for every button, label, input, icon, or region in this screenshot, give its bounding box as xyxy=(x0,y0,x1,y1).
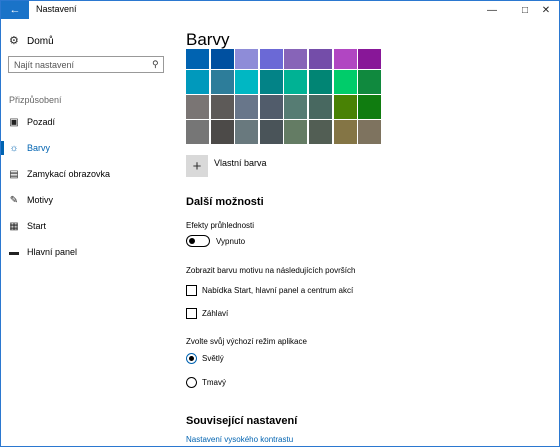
titlebars-label: Záhlaví xyxy=(202,309,229,318)
color-swatch[interactable] xyxy=(259,70,283,94)
lock-screen-icon: ▤ xyxy=(9,168,19,180)
dark-mode-radio[interactable] xyxy=(186,377,197,388)
light-mode-label: Světlý xyxy=(202,354,224,363)
gear-icon: ⚙ xyxy=(9,35,19,47)
more-options-heading: Další možnosti xyxy=(186,196,264,208)
color-swatch[interactable] xyxy=(259,120,283,144)
sidebar-item-barvy[interactable]: ☼ Barvy xyxy=(1,139,177,157)
sidebar-item-label: Start xyxy=(27,221,47,231)
color-swatch[interactable] xyxy=(284,120,308,144)
search-input[interactable]: Najít nastavení ⚲ xyxy=(8,56,164,73)
color-swatch[interactable] xyxy=(210,95,234,119)
color-swatch[interactable] xyxy=(259,49,283,69)
color-swatch[interactable] xyxy=(309,120,332,144)
sidebar-item-hlavni-panel[interactable]: ▬ Hlavní panel xyxy=(1,243,177,261)
color-swatch[interactable] xyxy=(210,70,234,94)
color-swatch[interactable] xyxy=(235,95,259,119)
color-swatch[interactable] xyxy=(186,49,209,69)
page-title: Barvy xyxy=(186,30,230,49)
related-settings-heading: Související nastavení xyxy=(186,415,298,427)
sidebar: ⚙ Domů Najít nastavení ⚲ Přizpůsobení ▣ … xyxy=(1,19,177,446)
color-swatch[interactable] xyxy=(284,70,308,94)
transparency-toggle[interactable] xyxy=(186,235,210,247)
color-swatch[interactable] xyxy=(309,49,332,69)
color-swatch[interactable] xyxy=(235,49,259,69)
color-swatch[interactable] xyxy=(210,49,234,69)
sidebar-item-label: Pozadí xyxy=(27,117,56,127)
sidebar-item-label: Zamykací obrazovka xyxy=(27,169,111,179)
color-swatch[interactable] xyxy=(259,95,283,119)
sidebar-item-label: Barvy xyxy=(27,143,51,153)
start-icon: ▦ xyxy=(9,220,19,232)
sidebar-item-label: Motivy xyxy=(27,195,54,205)
start-taskbar-checkbox[interactable] xyxy=(186,285,197,296)
color-swatch[interactable] xyxy=(333,120,357,144)
app-mode-label: Zvolte svůj výchozí režim aplikace xyxy=(186,337,307,346)
color-swatch[interactable] xyxy=(186,70,209,94)
group-label: Přizpůsobení xyxy=(9,95,62,105)
sidebar-item-zamykaci-obrazovka[interactable]: ▤ Zamykací obrazovka xyxy=(1,165,177,183)
color-swatch[interactable] xyxy=(284,95,308,119)
picture-icon: ▣ xyxy=(9,116,19,128)
custom-color-button[interactable]: + xyxy=(186,155,208,177)
color-swatch[interactable] xyxy=(358,49,382,69)
plus-icon: + xyxy=(192,157,202,175)
palette-icon: ☼ xyxy=(9,142,19,154)
custom-color-label: Vlastní barva xyxy=(214,158,267,168)
color-swatch[interactable] xyxy=(309,95,332,119)
home-label: Domů xyxy=(27,36,54,47)
toggle-knob xyxy=(189,238,195,244)
sidebar-item-start[interactable]: ▦ Start xyxy=(1,217,177,235)
color-swatch[interactable] xyxy=(333,95,357,119)
color-swatch[interactable] xyxy=(210,120,234,144)
color-swatch[interactable] xyxy=(186,120,209,144)
light-mode-radio[interactable] xyxy=(186,353,197,364)
sidebar-item-label: Hlavní panel xyxy=(27,247,78,257)
themes-icon: ✎ xyxy=(9,194,19,206)
sidebar-item-pozadi[interactable]: ▣ Pozadí xyxy=(1,113,177,131)
color-swatch[interactable] xyxy=(235,70,259,94)
back-arrow-icon: ← xyxy=(9,4,21,16)
color-swatch[interactable] xyxy=(309,70,332,94)
high-contrast-link[interactable]: Nastavení vysokého kontrastu xyxy=(186,435,293,444)
transparency-label: Efekty průhlednosti xyxy=(186,221,255,230)
taskbar-icon: ▬ xyxy=(9,246,19,258)
sidebar-item-motivy[interactable]: ✎ Motivy xyxy=(1,191,177,209)
window-title: Nastavení xyxy=(36,4,77,14)
back-button[interactable]: ← xyxy=(1,1,29,19)
start-taskbar-label: Nabídka Start, hlavní panel a centrum ak… xyxy=(202,286,354,295)
color-swatch[interactable] xyxy=(235,120,259,144)
color-swatch[interactable] xyxy=(358,95,382,119)
content-pane: Barvy + Vlastní barva Další možnosti Efe… xyxy=(186,1,556,446)
home-link[interactable]: ⚙ Domů xyxy=(9,35,54,48)
color-swatch[interactable] xyxy=(358,70,382,94)
dark-mode-label: Tmavý xyxy=(202,378,226,387)
color-swatch[interactable] xyxy=(186,95,209,119)
surfaces-label: Zobrazit barvu motivu na následujících p… xyxy=(186,266,356,275)
search-placeholder: Najít nastavení xyxy=(14,60,75,70)
titlebars-checkbox[interactable] xyxy=(186,308,197,319)
settings-window: ← Nastavení — □ ✕ ⚙ Domů Najít nastavení… xyxy=(0,0,560,447)
color-swatch[interactable] xyxy=(358,120,382,144)
color-swatch[interactable] xyxy=(333,49,357,69)
transparency-state: Vypnuto xyxy=(216,237,246,246)
color-swatch[interactable] xyxy=(284,49,308,69)
color-swatch[interactable] xyxy=(333,70,357,94)
search-icon: ⚲ xyxy=(152,59,159,69)
